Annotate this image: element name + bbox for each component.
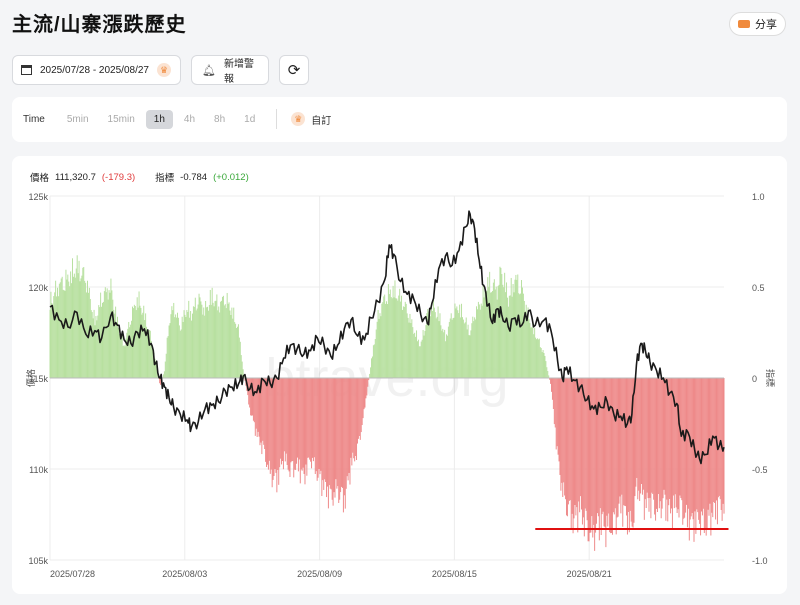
crown-icon: ♛	[291, 112, 306, 126]
bell-icon: 🔔︎	[202, 64, 216, 77]
timeframe-8h[interactable]: 8h	[206, 110, 233, 129]
date-range-text: 2025/07/28 - 2025/08/27	[40, 64, 149, 76]
custom-label: 自訂	[311, 115, 332, 127]
x-tick-label: 2025/08/15	[432, 569, 477, 579]
timeframe-bar: Time 5min 15min 1h 4h 8h 1d ♛ 自訂	[12, 97, 787, 142]
y-right-tick-label: 1.0	[752, 192, 765, 202]
timeframe-1h[interactable]: 1h	[145, 109, 173, 129]
y-left-tick-label: 105k	[28, 556, 48, 566]
y-left-tick-label: 125k	[28, 192, 48, 202]
date-range-picker[interactable]: 2025/07/28 - 2025/08/27 ♛	[12, 55, 181, 85]
timeframe-4h[interactable]: 4h	[176, 110, 203, 129]
refresh-icon: ⟳	[287, 62, 301, 79]
timeframe-label: Time	[23, 113, 45, 125]
share-label: 分享	[755, 19, 777, 31]
y-right-tick-label: 0.5	[752, 283, 765, 293]
y-right-tick-label: -1.0	[752, 556, 768, 566]
y-right-axis-title: 指標	[765, 369, 776, 387]
crown-icon: ♛	[156, 63, 171, 77]
timeframe-5min[interactable]: 5min	[59, 110, 97, 129]
add-alert-label: 新增警報	[223, 59, 254, 85]
timeframe-15min[interactable]: 15min	[100, 110, 143, 129]
share-button[interactable]: 分享	[729, 12, 786, 36]
x-tick-label: 2025/08/09	[297, 569, 342, 579]
page-title: 主流/山寨漲跌歷史	[12, 14, 187, 36]
calendar-icon	[21, 65, 32, 75]
x-tick-label: 2025/07/28	[50, 569, 95, 579]
y-right-tick-label: -0.5	[752, 465, 768, 475]
share-icon	[738, 20, 750, 28]
x-tick-label: 2025/08/21	[567, 569, 612, 579]
y-right-tick-label: 0	[752, 374, 757, 384]
refresh-button[interactable]: ⟳	[279, 55, 309, 85]
divider	[276, 109, 278, 129]
x-tick-label: 2025/08/03	[162, 569, 207, 579]
y-left-tick-label: 110k	[29, 465, 48, 475]
timeframe-1d[interactable]: 1d	[236, 110, 263, 129]
custom-timeframe-button[interactable]: ♛ 自訂	[291, 112, 331, 127]
price-index-chart[interactable]: btrave.org125k120k115k110k105k1.00.50-0.…	[12, 156, 787, 594]
y-left-tick-label: 120k	[28, 283, 48, 293]
add-alert-button[interactable]: 🔔︎ 新增警報	[191, 55, 269, 85]
chart-panel: 價格 111,320.7 (-179.3) 指標 -0.784 (+0.012)…	[12, 156, 787, 594]
y-left-axis-title: 價格	[25, 369, 36, 387]
